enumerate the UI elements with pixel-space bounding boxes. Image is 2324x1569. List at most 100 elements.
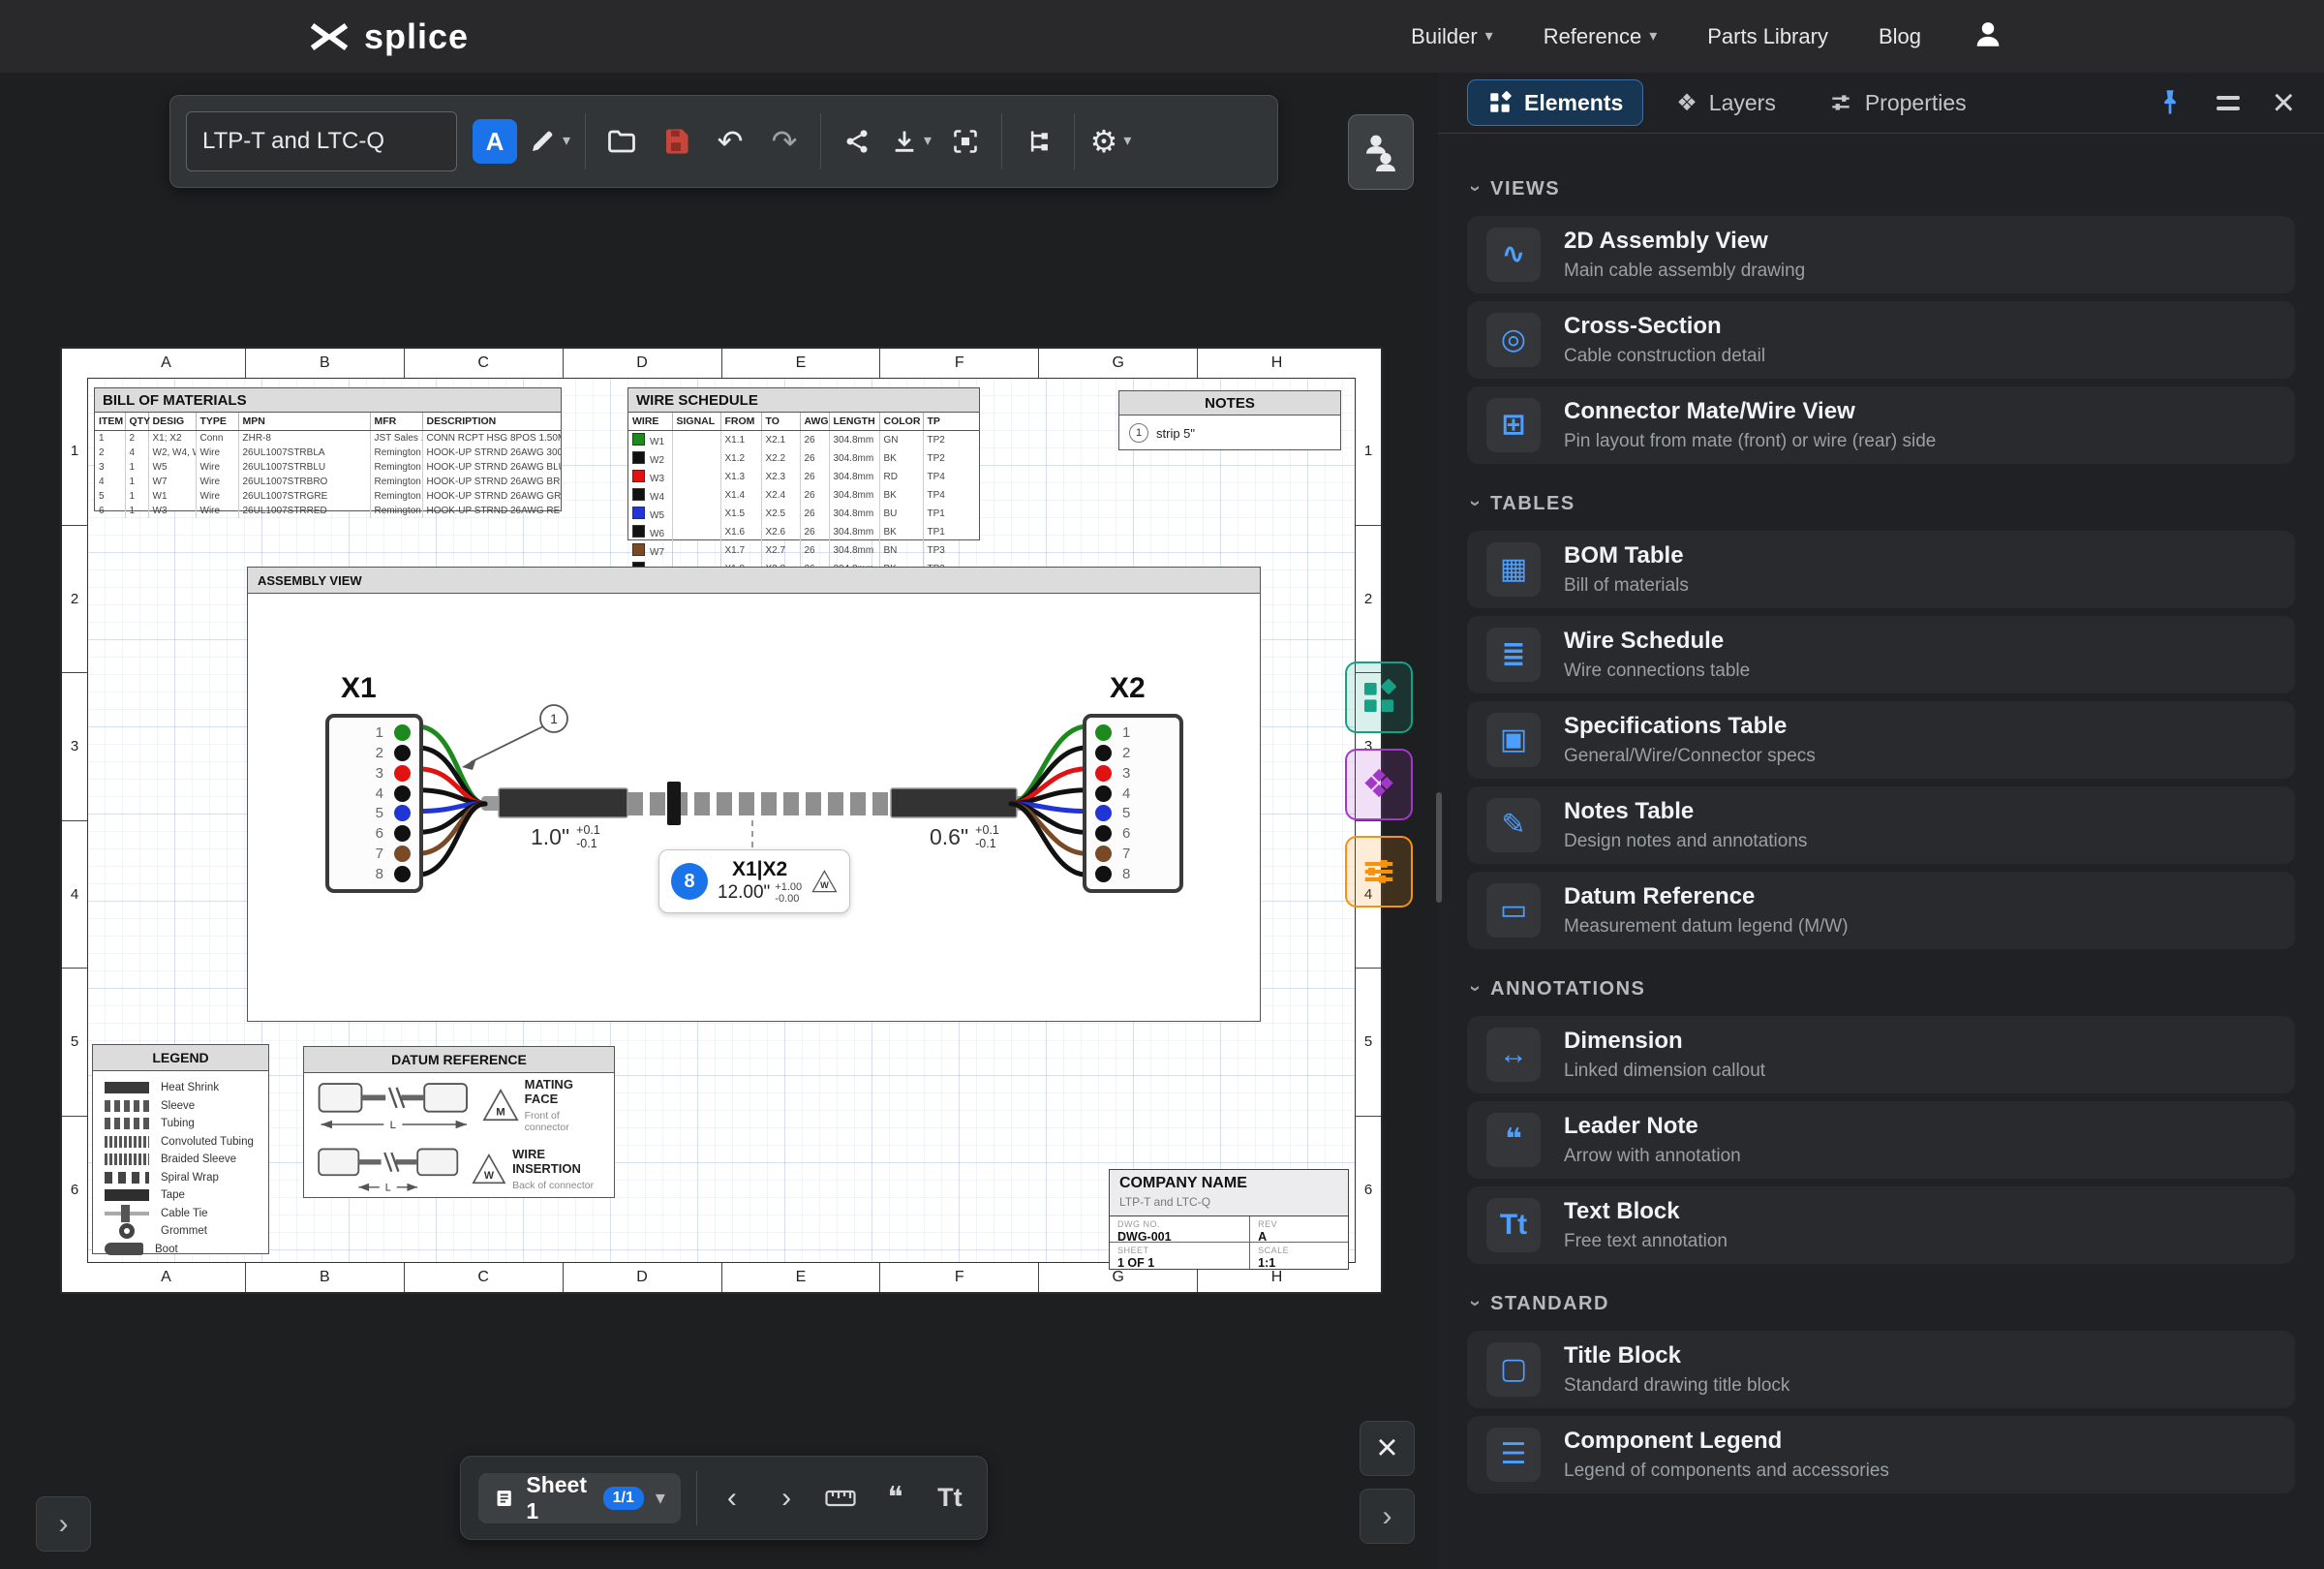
pin-row: 5	[338, 805, 411, 821]
sheet-row-labels-left: 123456	[62, 378, 88, 1263]
grid-col-label: A	[87, 1263, 245, 1292]
add-text-button[interactable]: Tt	[931, 1476, 969, 1521]
redo-button[interactable]: ↷	[762, 114, 807, 169]
card-subtitle: Legend of components and accessories	[1564, 1461, 1889, 1482]
component-legend-box[interactable]: LEGEND Heat Shrink Sleeve Tubing	[92, 1044, 269, 1254]
expand-left-button[interactable]: ›	[36, 1496, 91, 1552]
close-icon: ×	[1376, 1428, 1397, 1469]
save-button[interactable]	[654, 114, 698, 169]
bom-table[interactable]: BILL OF MATERIALS ITEMQTYDESIG TYPEMPNMF…	[94, 387, 562, 511]
download-button[interactable]: ▾	[889, 114, 933, 169]
legend-label: Boot	[155, 1244, 178, 1255]
wire-schedule-table[interactable]: WIRE SCHEDULE WIRESIGNALFROM TOAWGLENGTH…	[627, 387, 980, 540]
chevron-down-icon: ▾	[563, 134, 570, 149]
datum-diagram-wire: L	[312, 1141, 466, 1197]
grid-col-label: G	[1038, 349, 1197, 378]
grid-col-label: H	[1197, 349, 1356, 378]
collaborators-button[interactable]	[1348, 114, 1414, 190]
nav-parts-library[interactable]: Parts Library	[1707, 24, 1828, 49]
element-card[interactable]: ☰ Component Legend Legend of components …	[1467, 1416, 2295, 1493]
pin-number: 3	[376, 765, 383, 782]
datum-label: WIRE INSERTION	[512, 1147, 606, 1176]
sheet-count-badge: 1/1	[603, 1487, 644, 1510]
settings-button[interactable]: ⚙ ▾	[1088, 114, 1133, 169]
chevron-right-icon: ›	[1383, 1500, 1392, 1533]
note-item: 1 strip 5"	[1119, 415, 1340, 450]
next-sheet-button[interactable]: ›	[767, 1476, 806, 1521]
section-tables[interactable]: › TABLES	[1471, 493, 2295, 515]
grid-col-label: C	[404, 1263, 563, 1292]
element-card[interactable]: ↔ Dimension Linked dimension callout	[1467, 1016, 2295, 1093]
length-callout[interactable]: 8 X1|X2 12.00" +1.00-0.00 W	[658, 849, 850, 913]
prev-sheet-button[interactable]: ‹	[713, 1476, 751, 1521]
element-card[interactable]: ≣ Wire Schedule Wire connections table	[1467, 616, 2295, 693]
title-block[interactable]: COMPANY NAME LTP-T and LTC-Q DWG NO.DWG-…	[1109, 1169, 1349, 1270]
element-card[interactable]: ⊞ Connector Mate/Wire View Pin layout fr…	[1467, 386, 2295, 464]
legend-title: LEGEND	[93, 1045, 268, 1071]
splice-logo-icon	[308, 21, 351, 52]
connector-x2[interactable]: 1 2 3 4 5 6	[1083, 714, 1183, 893]
element-card[interactable]: ▣ Specifications Table General/Wire/Conn…	[1467, 701, 2295, 779]
notes-box[interactable]: NOTES 1 strip 5"	[1118, 390, 1341, 450]
auto-layout-button[interactable]	[1016, 114, 1060, 169]
add-leader-note-button[interactable]: ❝	[876, 1476, 915, 1521]
datum-reference-box[interactable]: DATUM REFERENCE L M MATING FACE Front of…	[303, 1046, 615, 1198]
pin-color-dot	[1095, 785, 1112, 802]
component-legend-icon: ☰	[1501, 1440, 1527, 1469]
account-icon[interactable]	[1972, 17, 2004, 55]
section-annotations[interactable]: › ANNOTATIONS	[1471, 978, 2295, 1000]
expand-right-button[interactable]: ›	[1360, 1489, 1415, 1544]
close-canvas-button[interactable]: ×	[1360, 1421, 1415, 1476]
tab-layers[interactable]: ❖ Layers	[1657, 80, 1795, 125]
element-card[interactable]: ✎ Notes Table Design notes and annotatio…	[1467, 786, 2295, 864]
share-button[interactable]	[835, 114, 879, 169]
element-card[interactable]: ◎ Cross-Section Cable construction detai…	[1467, 301, 2295, 379]
elements-quick-button[interactable]	[1345, 661, 1413, 733]
tab-elements[interactable]: Elements	[1467, 79, 1643, 126]
annotate-mode-button[interactable]: A	[473, 119, 517, 164]
element-card[interactable]: ❝ Leader Note Arrow with annotation	[1467, 1101, 2295, 1179]
section-standard[interactable]: › STANDARD	[1471, 1293, 2295, 1315]
element-card[interactable]: ▭ Datum Reference Measurement datum lege…	[1467, 872, 2295, 949]
legend-swatch	[105, 1243, 143, 1255]
heat-shrink-left	[499, 788, 627, 817]
pin-panel-button[interactable]	[2156, 88, 2184, 117]
wire-color-swatch	[632, 433, 645, 446]
nav-reference[interactable]: Reference▾	[1544, 24, 1658, 49]
chevron-down-icon: ▾	[1485, 29, 1493, 45]
splice-logo[interactable]: splice	[308, 16, 469, 57]
undo-button[interactable]: ↶	[708, 114, 752, 169]
sheet-selector[interactable]: Sheet 1 1/1 ▾	[478, 1473, 681, 1523]
fit-view-button[interactable]	[943, 114, 988, 169]
pin-color-dot	[1095, 765, 1112, 782]
open-file-button[interactable]	[599, 114, 644, 169]
card-subtitle: Cable construction detail	[1564, 346, 1765, 367]
scrollbar-handle[interactable]	[1436, 792, 1442, 903]
connector-x1[interactable]: 1 2 3 4 5 6	[325, 714, 423, 893]
element-card[interactable]: ∿ 2D Assembly View Main cable assembly d…	[1467, 216, 2295, 293]
text-icon: Tt	[937, 1483, 962, 1513]
grid-col-label: E	[721, 1263, 880, 1292]
dimension-right[interactable]: 0.6" +0.1-0.1	[930, 823, 999, 850]
draw-tool-button[interactable]: ▾	[527, 114, 571, 169]
add-dimension-button[interactable]	[821, 1476, 860, 1521]
card-subtitle: Standard drawing title block	[1564, 1375, 1789, 1397]
tab-properties[interactable]: Properties	[1809, 80, 1986, 125]
element-card[interactable]: Tt Text Block Free text annotation	[1467, 1186, 2295, 1264]
card-subtitle: Arrow with annotation	[1564, 1146, 1741, 1167]
note-number: 1	[1129, 423, 1148, 443]
layers-quick-button[interactable]: ❖	[1345, 749, 1413, 820]
filename-input[interactable]	[186, 111, 457, 171]
sheet-navigation-bar: Sheet 1 1/1 ▾ ‹ › ❝ Tt	[460, 1456, 988, 1540]
legend-item: Grommet	[93, 1222, 268, 1241]
nav-builder[interactable]: Builder▾	[1411, 24, 1493, 49]
nav-blog[interactable]: Blog	[1879, 24, 1921, 49]
dimension-left[interactable]: 1.0" +0.1-0.1	[531, 823, 600, 850]
pin-number: 6	[1122, 825, 1130, 842]
element-card[interactable]: ▦ BOM Table Bill of materials	[1467, 531, 2295, 608]
section-views[interactable]: › VIEWS	[1471, 178, 2295, 200]
properties-quick-button[interactable]	[1345, 836, 1413, 908]
element-card[interactable]: ▢ Title Block Standard drawing title blo…	[1467, 1331, 2295, 1408]
layers-icon: ❖	[1676, 89, 1697, 117]
panel-menu-button[interactable]	[2217, 96, 2240, 110]
